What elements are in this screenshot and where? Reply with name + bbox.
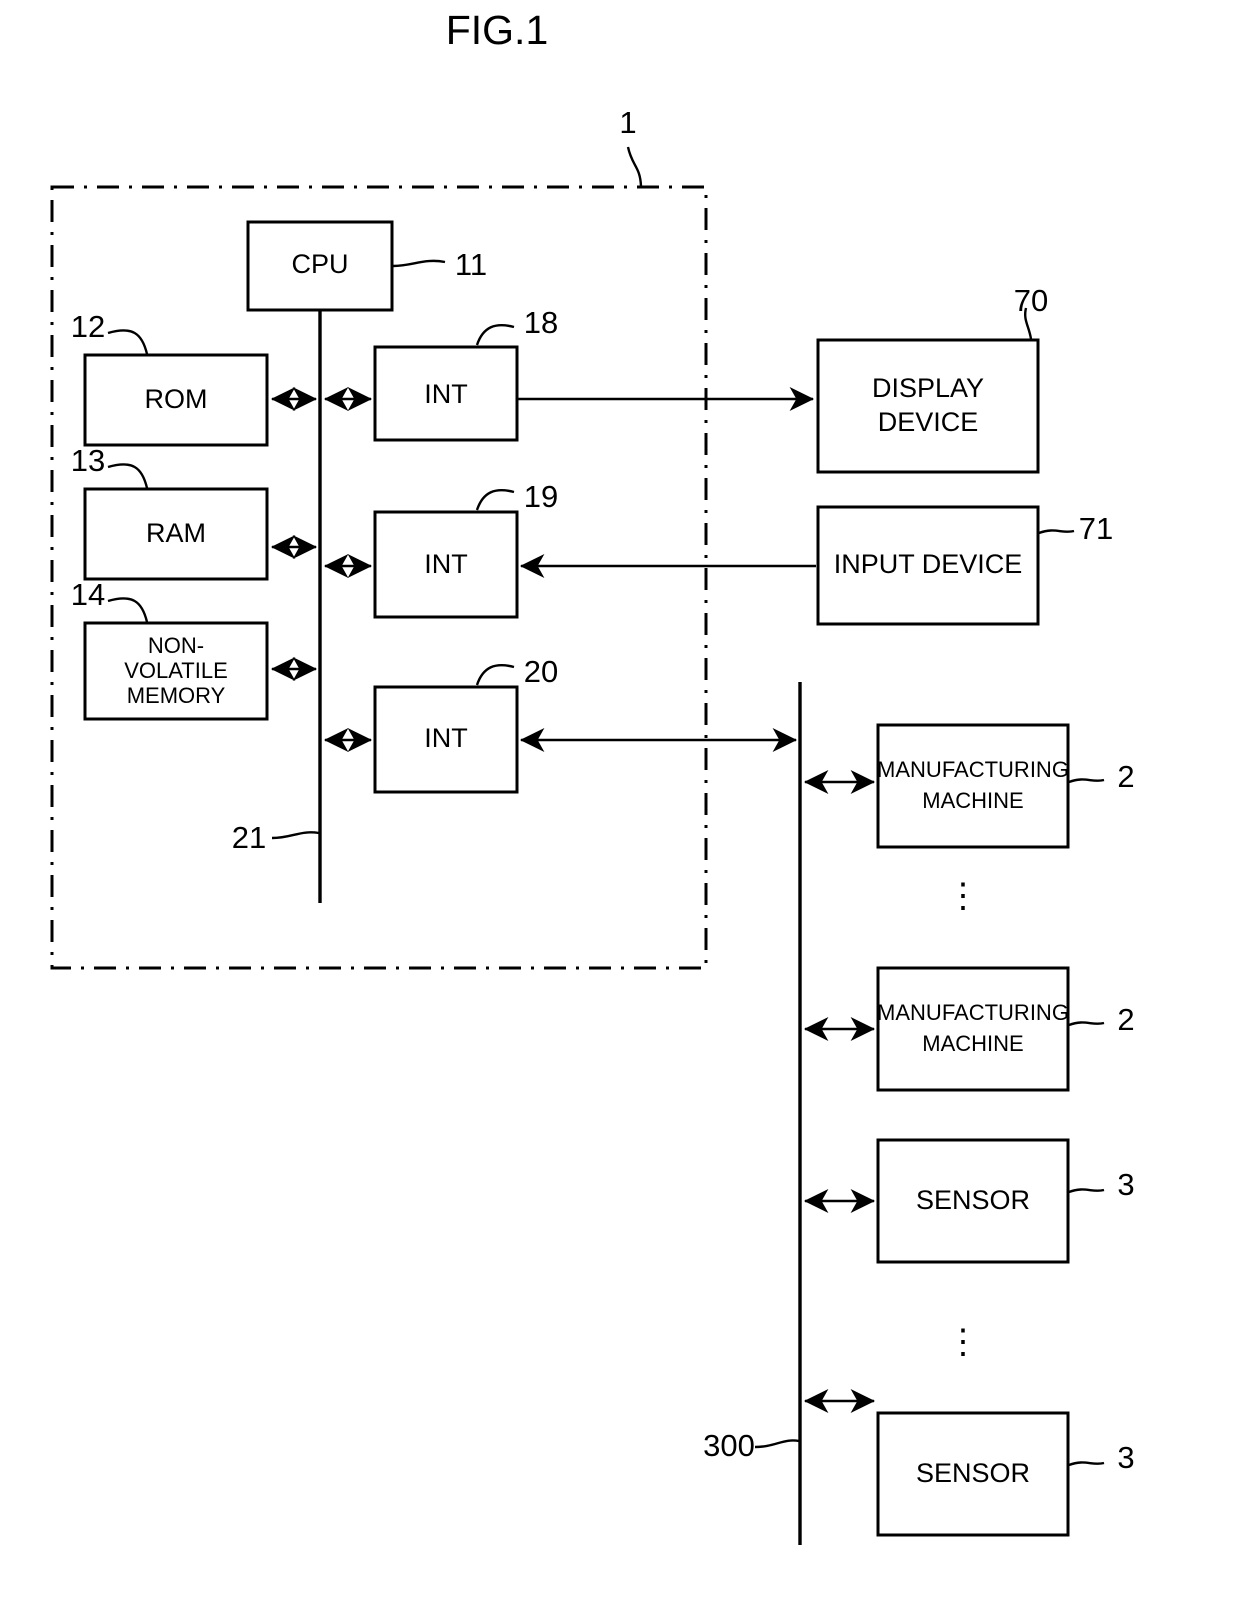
machine2-ref-leader: [1068, 1021, 1105, 1027]
int-19-ref-leader: [475, 488, 515, 511]
machine2-label-line1: MANUFACTURING: [877, 1000, 1069, 1025]
bus-ref-leader: [271, 831, 320, 840]
int-20-ref-label: 20: [524, 654, 558, 689]
rom-label: ROM: [145, 384, 208, 414]
manufacturing-machine-1-block: [876, 723, 1070, 849]
ram-ref-label: 13: [71, 443, 105, 478]
machine1-ref-label: 2: [1117, 759, 1134, 794]
display-device-label-line1: DISPLAY: [872, 373, 984, 403]
patent-figure-1: FIG.1 1 21 CPU 11 ROM 12 RAM 13 NON- VOL…: [0, 0, 1240, 1619]
sensor2-ref-leader: [1068, 1461, 1105, 1467]
network-ref-label: 300: [703, 1428, 755, 1463]
input-device-ref-label: 71: [1079, 511, 1113, 546]
input-device-label: INPUT DEVICE: [834, 549, 1023, 579]
figure-title: FIG.1: [446, 7, 549, 53]
int-20-label: INT: [424, 723, 468, 753]
network-ref-leader: [754, 1439, 800, 1449]
nvm-label-line2: VOLATILE: [124, 658, 228, 683]
int-19-ref-label: 19: [524, 479, 558, 514]
display-device-block: [816, 338, 1040, 474]
machine2-ref-label: 2: [1117, 1002, 1134, 1037]
input-device-ref-leader: [1038, 529, 1075, 535]
nvm-ref-label: 14: [71, 577, 105, 612]
sensors-ellipsis: ⋮: [946, 1323, 980, 1361]
int-18-label: INT: [424, 379, 468, 409]
cpu-ref-leader: [392, 259, 446, 268]
sensor1-label: SENSOR: [916, 1185, 1030, 1215]
machine2-label-line2: MACHINE: [922, 1031, 1023, 1056]
ram-ref-leader: [107, 463, 149, 489]
sensor1-ref-leader: [1068, 1188, 1105, 1194]
machine1-label-line2: MACHINE: [922, 788, 1023, 813]
system-ref-label: 1: [619, 105, 636, 140]
bus-ref-label: 21: [232, 820, 266, 855]
display-device-ref-label: 70: [1014, 283, 1048, 318]
machine1-label-line1: MANUFACTURING: [877, 757, 1069, 782]
int-18-ref-leader: [475, 323, 515, 346]
sensor2-ref-label: 3: [1117, 1440, 1134, 1475]
rom-ref-label: 12: [71, 309, 105, 344]
sensor1-ref-label: 3: [1117, 1167, 1134, 1202]
machines-ellipsis: ⋮: [946, 877, 980, 915]
rom-ref-leader: [107, 329, 149, 355]
int-19-label: INT: [424, 549, 468, 579]
ram-label: RAM: [146, 518, 206, 548]
system-ref-leader: [626, 146, 643, 187]
int-20-ref-leader: [475, 663, 515, 686]
manufacturing-machine-2-block: [876, 966, 1070, 1092]
nvm-label-line1: NON-: [148, 633, 204, 658]
int-18-ref-label: 18: [524, 305, 558, 340]
nvm-ref-leader: [107, 597, 149, 623]
machine1-ref-leader: [1068, 778, 1105, 784]
cpu-ref-label: 11: [455, 247, 487, 282]
cpu-label: CPU: [291, 249, 348, 279]
display-device-label-line2: DEVICE: [878, 407, 979, 437]
nvm-label-line3: MEMORY: [127, 683, 226, 708]
sensor2-label: SENSOR: [916, 1458, 1030, 1488]
